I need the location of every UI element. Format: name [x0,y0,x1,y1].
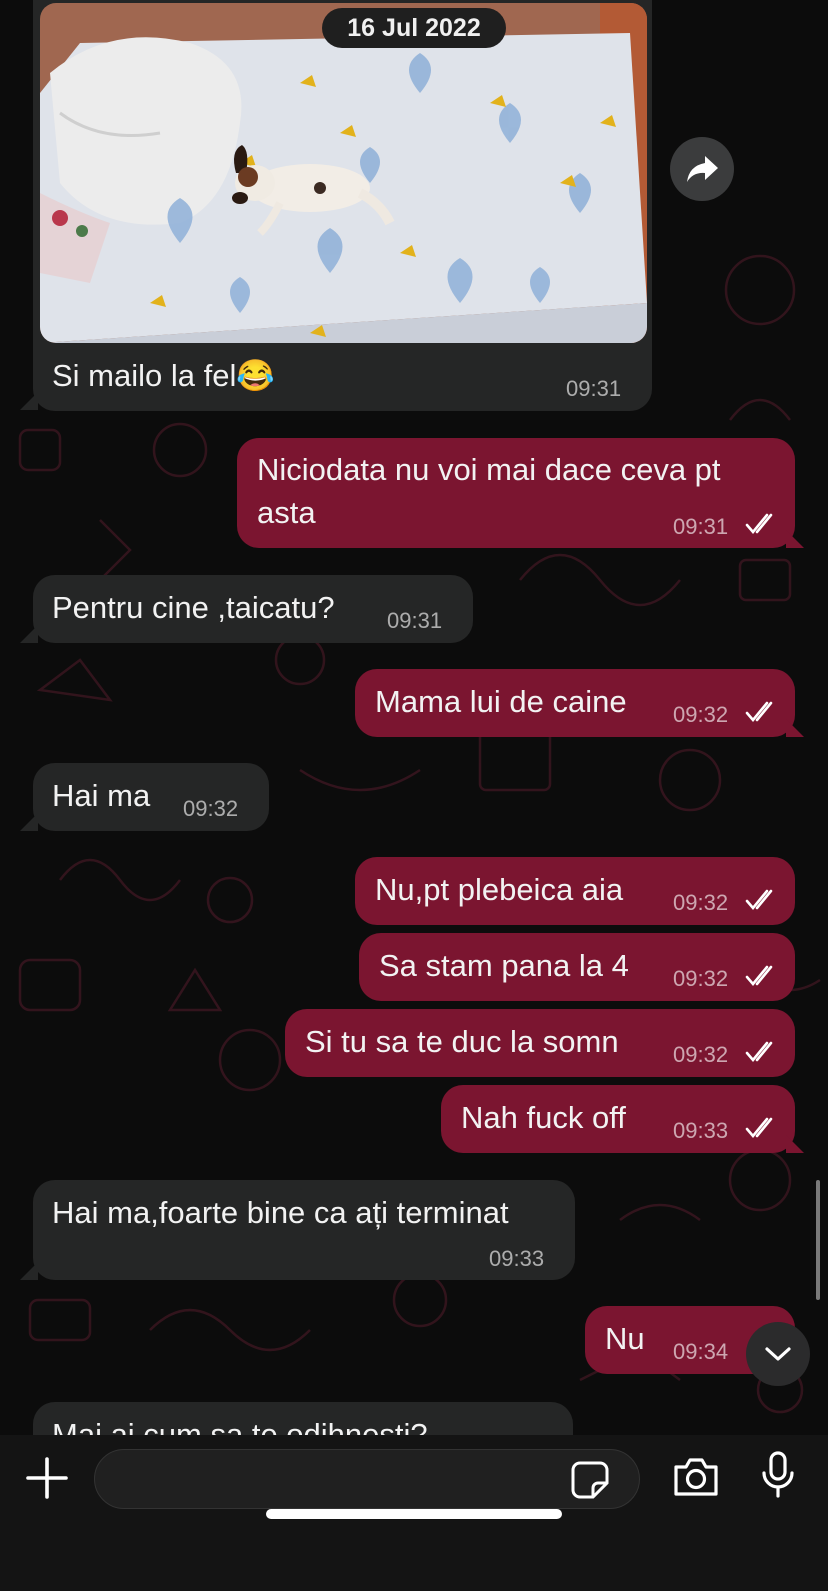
message-time: 09:32 [183,796,239,821]
camera-icon [674,1458,718,1496]
message-input[interactable] [117,1460,561,1500]
message-text: Hai ma [52,778,151,813]
message-text: Hai ma,foarte bine ca ați terminat [52,1195,509,1230]
message-text: asta [257,495,316,530]
bubble-tail [786,530,804,548]
message-text: Nu [605,1321,645,1356]
plus-icon [26,1457,68,1499]
message-time: 09:32 [673,702,729,727]
microphone-icon [762,1451,794,1498]
message-time: 09:33 [489,1246,545,1271]
read-receipt-icon [745,1117,773,1139]
bubble-tail [20,392,38,410]
home-indicator[interactable] [266,1509,562,1519]
read-receipt-icon [745,965,773,987]
message-time: 09:32 [673,1042,729,1067]
forward-icon [687,156,718,182]
camera-button[interactable] [670,1451,722,1503]
scroll-to-bottom-button[interactable] [746,1322,810,1386]
scrollbar[interactable] [816,1180,820,1300]
message-text: Nu,pt plebeica aia [375,872,624,907]
message-input-container[interactable] [94,1449,640,1509]
message-text: Sa stam pana la 4 [379,948,629,983]
read-receipt-icon [745,701,773,723]
bubble-tail [20,813,38,831]
chevron-down-icon [765,1347,791,1361]
photo-dog-on-bed[interactable] [40,3,647,343]
message-time: 09:31 [673,514,729,539]
bubble-tail [20,625,38,643]
message-text: Si mailo la fel😂 [52,358,275,393]
message-time: 09:34 [673,1339,729,1364]
message-time: 09:33 [673,1118,729,1143]
message-time: 09:31 [387,608,443,633]
read-receipt-icon [745,889,773,911]
message-list[interactable]: 16 Jul 2022 Si mailo la fel😂 09:31 Nicio… [0,0,828,1435]
message-text: Pentru cine ,taicatu? [52,590,335,625]
date-separator: 16 Jul 2022 [322,8,506,48]
message-text: Niciodata nu voi mai dace ceva pt [257,452,721,487]
sticker-icon [571,1461,609,1499]
attach-button[interactable] [22,1453,72,1503]
message-text: Mama lui de caine [375,684,627,719]
message-time: 09:31 [566,376,622,401]
message-text: Nah fuck off [461,1100,626,1135]
forward-button[interactable] [670,137,734,201]
sticker-button[interactable] [569,1459,611,1501]
message-time: 09:32 [673,966,729,991]
message-text: Mai ai cum sa te odihnesti? [52,1417,428,1435]
microphone-button[interactable] [752,1447,804,1503]
read-receipt-icon [745,1041,773,1063]
bubble-tail [786,719,804,737]
read-receipt-icon [745,513,773,535]
message-text: Si tu sa te duc la somn [305,1024,619,1059]
message-time: 09:32 [673,890,729,915]
bubble-tail [786,1135,804,1153]
bubble-tail [20,1262,38,1280]
